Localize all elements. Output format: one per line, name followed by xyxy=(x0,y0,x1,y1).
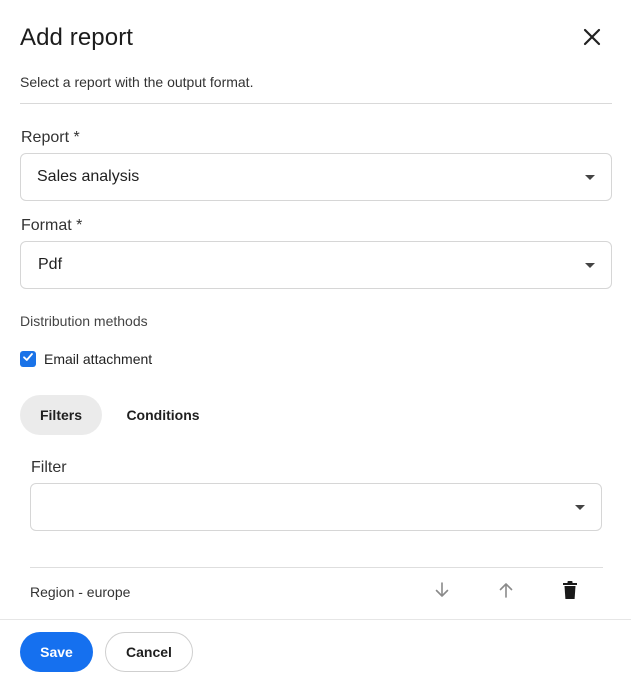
move-down-button[interactable] xyxy=(430,580,454,604)
caret-down-icon xyxy=(585,175,595,180)
report-select-value: Sales analysis xyxy=(37,168,140,185)
report-select[interactable]: Sales analysis xyxy=(20,153,612,201)
add-report-dialog: Add report Select a report with the outp… xyxy=(0,0,631,681)
distribution-methods-label: Distribution methods xyxy=(20,313,148,329)
close-button[interactable] xyxy=(578,25,606,53)
cancel-button[interactable]: Cancel xyxy=(105,632,193,672)
check-icon xyxy=(22,350,34,368)
email-attachment-checkbox[interactable] xyxy=(20,351,36,367)
filter-item-label: Region - europe xyxy=(30,584,131,600)
delete-button[interactable] xyxy=(558,580,582,604)
list-item: Region - europe xyxy=(30,568,603,616)
caret-down-icon xyxy=(575,505,585,510)
dialog-subtitle: Select a report with the output format. xyxy=(20,74,254,90)
tab-conditions[interactable]: Conditions xyxy=(116,395,210,435)
trash-icon xyxy=(561,580,579,605)
arrow-down-icon xyxy=(432,580,452,605)
close-icon xyxy=(583,28,601,51)
filter-select[interactable] xyxy=(30,483,602,531)
tab-filters[interactable]: Filters xyxy=(20,395,102,435)
filter-label: Filter xyxy=(31,459,67,476)
format-select[interactable]: Pdf xyxy=(20,241,612,289)
format-select-value: Pdf xyxy=(38,256,63,273)
move-up-button[interactable] xyxy=(494,580,518,604)
email-attachment-option[interactable]: Email attachment xyxy=(20,351,152,367)
save-button[interactable]: Save xyxy=(20,632,93,672)
footer-divider xyxy=(0,619,631,620)
header-divider xyxy=(20,103,612,104)
dialog-title: Add report xyxy=(20,24,134,51)
email-attachment-label: Email attachment xyxy=(44,351,153,367)
report-label: Report * xyxy=(21,129,80,146)
caret-down-icon xyxy=(585,263,595,268)
format-label: Format * xyxy=(21,217,83,234)
arrow-up-icon xyxy=(496,580,516,605)
